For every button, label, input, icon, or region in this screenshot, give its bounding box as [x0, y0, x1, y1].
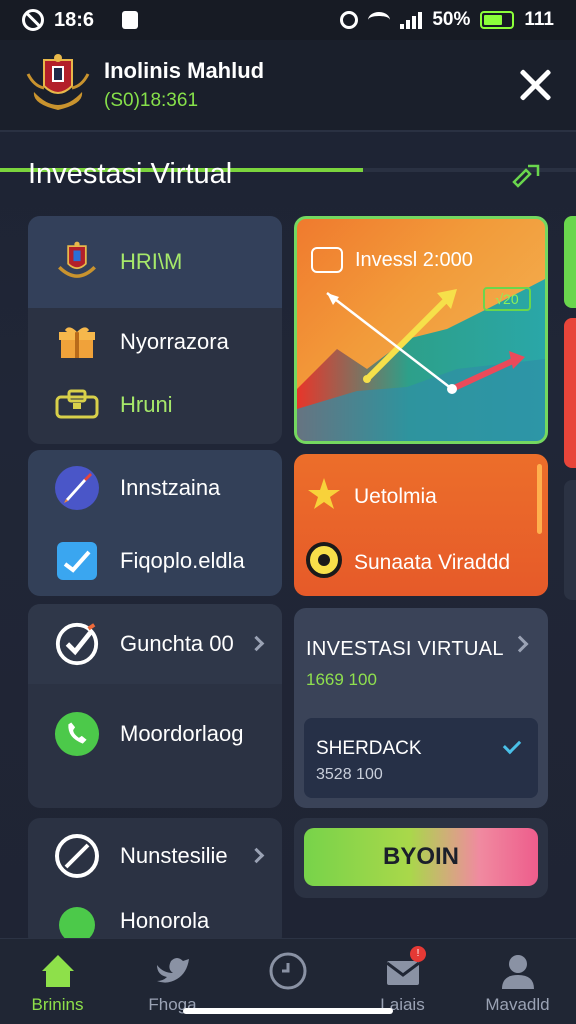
menu-item-hruni[interactable]: Hruni [28, 376, 282, 434]
tab-home[interactable]: Brinins [0, 939, 115, 1024]
invest-card-value: 1669 100 [306, 670, 377, 689]
block-icon [54, 833, 100, 879]
wifi-icon [368, 12, 391, 28]
investasi-virtual-card[interactable]: INVESTASI VIRTUAL 1669 100 SHERDACK 3528… [294, 608, 548, 808]
invest-option-value: 3528 100 [316, 766, 383, 783]
promo-row-uetolmia: Uetolmia [306, 476, 437, 518]
edge-card-green [564, 216, 576, 308]
menu-card-3: Gunchta 00 Moordorlaog [28, 604, 282, 808]
alarm-icon [340, 11, 359, 29]
menu-item-label: Fiqoplo.eldla [120, 548, 245, 573]
menu-header-item[interactable]: HRI\M [28, 216, 282, 308]
promo-row-label: Sunaata Viraddd [354, 551, 511, 574]
notification-badge: ! [410, 946, 426, 962]
coin-icon [306, 542, 342, 584]
phone-icon [54, 711, 100, 757]
promo-row-label: Uetolmia [354, 485, 437, 508]
crest-logo-icon [26, 54, 90, 110]
status-time: 18:6 [54, 8, 95, 31]
user-name: Inolinis Mahlud [104, 58, 265, 83]
menu-item-label: Honorola [120, 908, 210, 933]
invest-card-title: INVESTASI VIRTUAL [306, 638, 504, 660]
external-link-icon[interactable] [508, 160, 544, 190]
emblem-icon [54, 239, 100, 285]
menu-item-label: Innstzaina [120, 475, 221, 500]
menu-item-moordorlaog[interactable]: Moordorlaog [28, 684, 282, 784]
action-card: BYOIN [294, 818, 548, 898]
menu-item-nyorrazora[interactable]: Nyorrazora [28, 308, 282, 376]
promo-card[interactable]: Uetolmia Sunaata Viraddd [294, 454, 548, 596]
wallet-icon [54, 382, 100, 428]
status-bar: 18:6 50% 111 [0, 0, 576, 40]
join-button[interactable]: BYOIN [304, 828, 538, 886]
menu-card-4: Nunstesilie Honorola [28, 818, 282, 948]
rocket-icon [54, 465, 100, 511]
promo-scroll-indicator [537, 464, 542, 534]
invest-option-title: SHERDACK [316, 738, 422, 759]
promo-row-sunaata: Sunaata Viraddd [306, 542, 510, 584]
tab-label: Brinins [31, 995, 84, 1014]
chat-check-icon [54, 538, 100, 584]
menu-item-fiqoplo[interactable]: Fiqoplo.eldla [28, 526, 282, 596]
page-title: Investasi Virtual [28, 158, 233, 190]
user-code: (S0)18:361 [104, 90, 199, 111]
menu-item-nunstesilie[interactable]: Nunstesilie [28, 818, 282, 894]
investment-chart-card[interactable]: Invessl 2:000 √20 [294, 216, 548, 444]
check-icon [502, 735, 522, 755]
briefcase-icon [311, 247, 343, 273]
edge-card-red [564, 318, 576, 468]
chevron-right-icon [248, 847, 265, 864]
notification-icon [122, 11, 139, 29]
user-icon [502, 955, 534, 989]
signal-bars-icon [400, 11, 423, 29]
battery-icon [480, 11, 515, 29]
menu-header-label: HRI\M [120, 249, 183, 274]
star-icon [306, 476, 342, 518]
close-button[interactable] [518, 68, 552, 102]
check-circle-icon [54, 621, 100, 667]
bird-icon [157, 958, 189, 983]
menu-item-label: Hruni [120, 392, 173, 417]
menu-item-label: Nunstesilie [120, 843, 228, 868]
menu-item-label: Gunchta 00 [120, 631, 234, 656]
profile-header: Inolinis Mahlud (S0)18:361 [0, 40, 576, 172]
menu-card-1: HRI\M Nyorrazora Hruni [28, 216, 282, 444]
chart-label: Invessl 2:000 [355, 249, 473, 271]
invest-option[interactable]: SHERDACK 3528 100 [304, 718, 538, 798]
chevron-right-icon [248, 635, 265, 652]
clock-icon [269, 952, 307, 990]
home-indicator[interactable] [183, 1008, 393, 1014]
chevron-right-icon [511, 635, 529, 653]
menu-item-label: Nyorrazora [120, 329, 229, 354]
edge-card-dark [564, 480, 576, 600]
tab-mavadld[interactable]: Mavadld [460, 939, 575, 1024]
do-not-disturb-icon [22, 9, 44, 31]
chart-badge: √20 [483, 287, 531, 311]
menu-item-gunchta[interactable]: Gunchta 00 [28, 604, 282, 684]
menu-item-innstzaina[interactable]: Innstzaina [28, 450, 282, 526]
signal-text: 111 [524, 9, 554, 30]
menu-card-2: Innstzaina Fiqoplo.eldla [28, 450, 282, 596]
battery-percent: 50% [432, 9, 471, 30]
gift-icon [54, 319, 100, 365]
home-icon [42, 955, 74, 987]
menu-item-label: Moordorlaog [120, 721, 244, 746]
tab-label: Mavadld [485, 995, 550, 1014]
